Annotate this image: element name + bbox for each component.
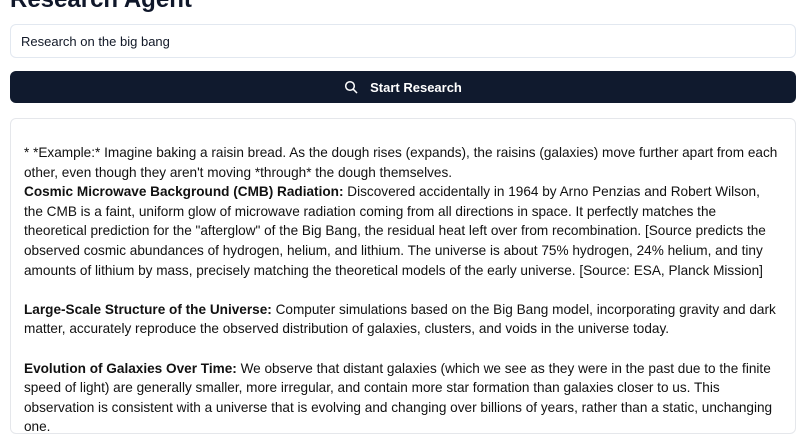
result-section-galaxy-evolution: Evolution of Galaxies Over Time: We obse…	[24, 359, 782, 433]
research-result-panel: * *Example:* Imagine baking a raisin bre…	[10, 118, 796, 434]
search-icon	[344, 80, 358, 94]
result-section-heading: Evolution of Galaxies Over Time:	[24, 360, 237, 376]
start-research-button[interactable]: Start Research	[10, 71, 796, 103]
research-topic-input[interactable]	[10, 24, 796, 58]
result-section-large-scale-structure: Large-Scale Structure of the Universe: C…	[24, 300, 782, 339]
start-research-label: Start Research	[370, 79, 462, 95]
page-title: Research Agent	[10, 0, 192, 15]
research-agent-page: Research Agent Start Research * *Example…	[0, 0, 806, 441]
result-section-heading: Large-Scale Structure of the Universe:	[24, 301, 272, 317]
result-section-cmb: Cosmic Microwave Background (CMB) Radiat…	[24, 182, 782, 280]
result-section-heading: Cosmic Microwave Background (CMB) Radiat…	[24, 184, 344, 200]
result-example-text: * *Example:* Imagine baking a raisin bre…	[24, 145, 778, 180]
